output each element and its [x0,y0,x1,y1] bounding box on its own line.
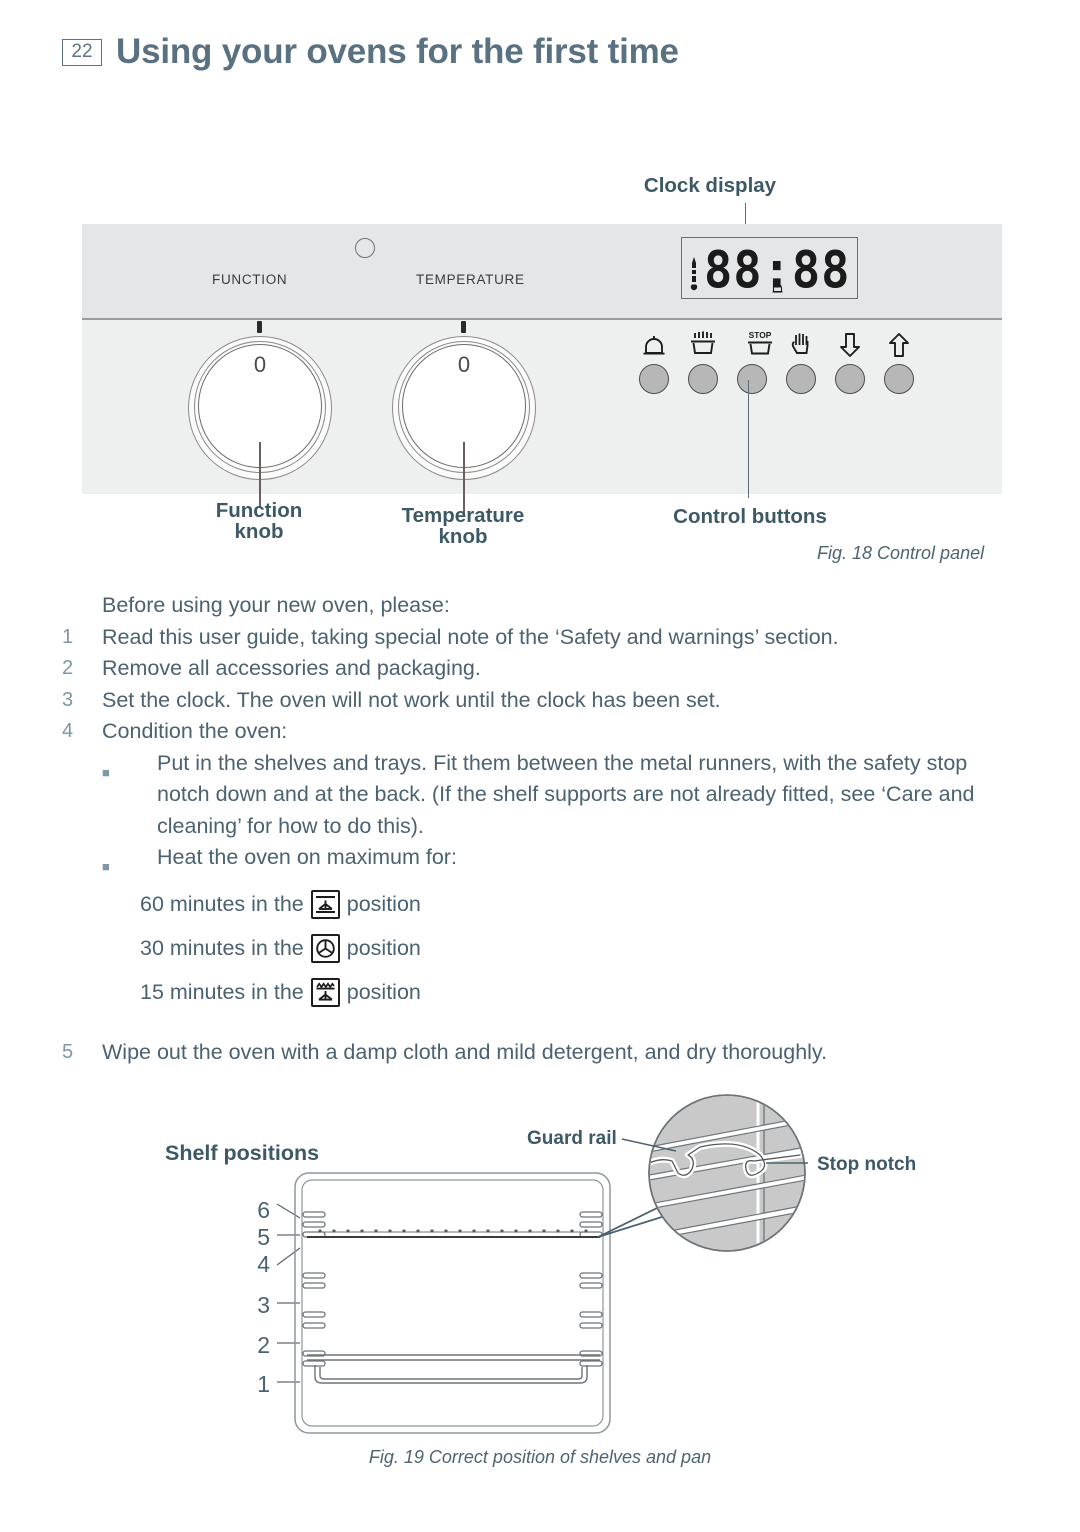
step-text: Condition the oven: [102,719,288,743]
instructions-block: Before using your new oven, please: 1 Re… [62,590,1022,1068]
button-stop-time-circle[interactable] [737,364,767,394]
step-number: 3 [62,688,74,711]
cooking-pot-steam-icon [680,328,726,358]
step-text: Read this user guide, taking special not… [102,624,839,649]
heat-position-prefix: 15 minutes in the [140,979,304,1004]
oven-cavity-outline [294,1172,611,1434]
instructions-intro: Before using your new oven, please: [102,593,450,617]
heat-position-row: 60 minutes in the position [140,883,1022,927]
bell-icon [772,283,783,293]
panel-label-temperature: TEMPERATURE [416,272,525,287]
callout-function-knob: Function knob [215,499,303,543]
callout-clock-display: Clock display [643,174,777,197]
fan-only-oven-icon [310,934,340,963]
button-decrease-circle[interactable] [835,364,865,394]
bullet-text: Heat the oven on maximum for: [157,845,457,869]
fig19-caption: Fig. 19 Correct position of shelves and … [368,1447,712,1467]
page-number: 22 [71,41,93,62]
heat-position-suffix: position [346,935,421,960]
heat-position-prefix: 30 minutes in the [140,935,304,960]
fan-forced-oven-icon [310,890,340,919]
thermometer-icon [690,257,698,291]
control-panel-figure: FUNCTION TEMPERATURE 88:88 0 0 STOP [82,224,1002,514]
heat-position-prefix: 60 minutes in the [140,891,304,916]
temperature-knob-tick [461,321,466,333]
button-decrease[interactable] [827,328,873,394]
heat-position-suffix: position [346,891,421,916]
panel-label-function: FUNCTION [212,272,288,287]
fan-grill-oven-icon [310,978,340,1007]
page-number-box: 22 [62,38,102,66]
button-manual-circle[interactable] [786,364,816,394]
button-increase-circle[interactable] [884,364,914,394]
arrow-up-icon [876,328,922,358]
heat-position-suffix: position [346,979,421,1004]
fig18-caption: Fig. 18 Control panel [817,543,985,563]
list-item: ■ Heat the oven on maximum for: [102,842,1022,883]
bullet-square-icon: ■ [102,859,110,874]
bullet-square-icon: ■ [102,764,110,780]
magnified-detail-circle [648,1094,806,1252]
svg-text:STOP: STOP [749,330,772,340]
list-item: ■ Put in the shelves and trays. Fit them… [102,748,1022,843]
list-item: 2 Remove all accessories and packaging. [62,653,1022,685]
step-number: 1 [62,625,74,648]
temperature-knob-value: 0 [457,352,471,377]
step-number: 4 [62,720,74,742]
callout-line-buttons [748,380,750,498]
button-cook-time-circle[interactable] [688,364,718,394]
button-stop-time[interactable]: STOP [729,328,775,394]
page-header: 22 Using your ovens for the first time [62,32,679,72]
hand-icon [778,328,824,358]
oven-cavity-diagram [276,1094,808,1434]
button-timer-bell[interactable] [631,328,677,394]
step-number: 2 [62,657,74,679]
list-item: 1 Read this user guide, taking special n… [62,622,1022,654]
heat-position-row: 15 minutes in the position [140,971,1022,1015]
button-increase[interactable] [876,328,922,394]
panel-upper-band [82,224,1002,318]
button-manual[interactable] [778,328,824,394]
stop-pot-icon: STOP [729,328,775,358]
power-indicator-light [355,238,375,258]
wire-shelf [307,1229,600,1238]
button-cook-time[interactable] [680,328,726,394]
bell-icon [631,328,677,358]
bullet-text: Put in the shelves and trays. Fit them b… [157,750,975,838]
function-knob-value: 0 [253,352,267,377]
clock-display: 88:88 [681,237,858,300]
callout-temperature-knob: Temperature knob [401,504,525,548]
fig19-figure: Shelf positions Guard rail Stop notch 6 … [0,1055,1080,1475]
heat-position-row: 30 minutes in the position [140,927,1022,971]
oven-pan [307,1354,600,1384]
page-title: Using your ovens for the first time [116,32,679,71]
function-knob-tick [257,321,262,333]
list-item: 3 Set the clock. The oven will not work … [62,685,1022,717]
list-item: 4 Condition the oven: [62,716,1022,748]
callout-control-buttons: Control buttons [673,505,827,528]
step-text: Set the clock. The oven will not work un… [102,687,721,712]
arrow-down-icon [827,328,873,358]
button-timer-bell-circle[interactable] [639,364,669,394]
step-text: Remove all accessories and packaging. [102,656,481,680]
